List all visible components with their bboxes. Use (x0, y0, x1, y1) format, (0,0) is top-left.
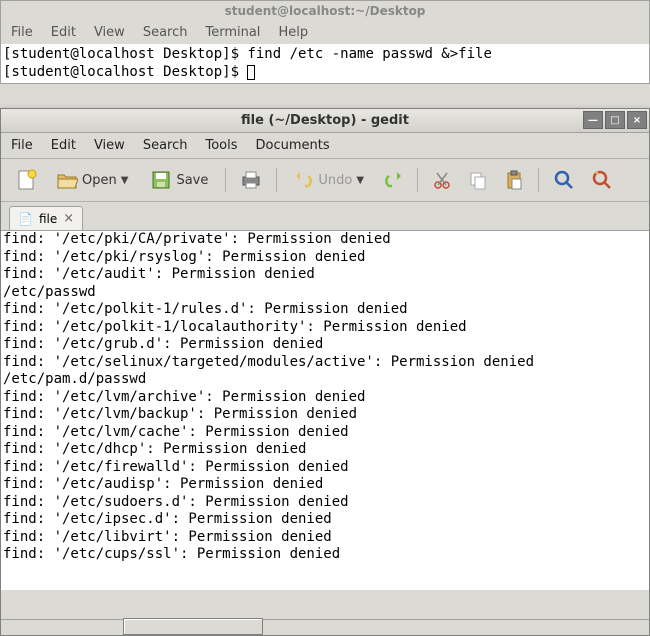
terminal-menubar: File Edit View Search Terminal Help (1, 21, 649, 44)
printer-icon (240, 169, 262, 191)
menu-search[interactable]: Search (143, 25, 188, 40)
terminal-prompt: [student@localhost Desktop]$ (3, 64, 247, 80)
redo-arrow-icon (383, 170, 403, 190)
menu-edit[interactable]: Edit (51, 25, 76, 40)
save-floppy-icon (150, 169, 172, 191)
clipboard-icon (504, 170, 524, 190)
copy-icon (468, 170, 488, 190)
menu-edit[interactable]: Edit (51, 138, 76, 153)
status-bar (1, 619, 649, 635)
tab-label: file (39, 212, 57, 226)
new-button[interactable] (9, 165, 43, 195)
find-button[interactable] (547, 165, 581, 195)
maximize-button[interactable]: □ (605, 111, 625, 129)
menu-view[interactable]: View (94, 25, 125, 40)
tab-file[interactable]: 📄 file × (9, 206, 83, 230)
menu-file[interactable]: File (11, 25, 33, 40)
menu-view[interactable]: View (94, 138, 125, 153)
chevron-down-icon: ▼ (356, 175, 364, 186)
redo-button[interactable] (377, 166, 409, 194)
menu-tools[interactable]: Tools (205, 138, 237, 153)
print-button[interactable] (234, 165, 268, 195)
menu-terminal[interactable]: Terminal (205, 25, 260, 40)
find-replace-button[interactable] (585, 165, 619, 195)
tab-close-icon[interactable]: × (63, 211, 74, 226)
minimize-button[interactable]: — (583, 111, 603, 129)
tab-bar: 📄 file × (1, 202, 649, 230)
copy-button[interactable] (462, 166, 494, 194)
menu-help[interactable]: Help (278, 25, 308, 40)
gedit-titlebar[interactable]: file (~/Desktop) - gedit — □ × (1, 109, 649, 133)
find-replace-icon (591, 169, 613, 191)
terminal-cursor (247, 65, 255, 80)
open-label: Open (82, 173, 117, 188)
save-label: Save (176, 173, 208, 188)
separator (276, 168, 277, 192)
close-button[interactable]: × (627, 111, 647, 129)
terminal-prompt: [student@localhost Desktop]$ (3, 46, 247, 62)
taskbar-item[interactable] (123, 618, 263, 635)
search-icon (553, 169, 575, 191)
new-file-icon (15, 169, 37, 191)
open-button[interactable]: Open ▼ (47, 165, 137, 195)
editor-body[interactable]: find: '/etc/pki/CA/private': Permission … (1, 230, 649, 590)
terminal-body[interactable]: [student@localhost Desktop]$ find /etc -… (1, 44, 649, 83)
window-controls: — □ × (583, 111, 647, 129)
terminal-titlebar: student@localhost:~/Desktop (1, 1, 649, 21)
toolbar: Open ▼ Save Undo ▼ (1, 159, 649, 202)
cut-button[interactable] (426, 166, 458, 194)
separator (538, 168, 539, 192)
menu-search[interactable]: Search (143, 138, 188, 153)
separator (417, 168, 418, 192)
gedit-title: file (~/Desktop) - gedit (241, 113, 409, 128)
chevron-down-icon: ▼ (121, 175, 129, 186)
terminal-title: student@localhost:~/Desktop (225, 4, 426, 18)
save-button[interactable]: Save (141, 165, 217, 195)
undo-arrow-icon (294, 170, 314, 190)
gedit-window: file (~/Desktop) - gedit — □ × File Edit… (0, 108, 650, 636)
open-folder-icon (56, 169, 78, 191)
terminal-window: student@localhost:~/Desktop File Edit Vi… (0, 0, 650, 84)
menu-documents[interactable]: Documents (256, 138, 330, 153)
separator (225, 168, 226, 192)
undo-label: Undo (318, 173, 352, 188)
gedit-menubar: File Edit View Search Tools Documents (1, 133, 649, 159)
scissors-icon (432, 170, 452, 190)
terminal-cmd: find /etc -name passwd &>file (247, 46, 491, 62)
menu-file[interactable]: File (11, 138, 33, 153)
undo-button[interactable]: Undo ▼ (285, 166, 373, 194)
paste-button[interactable] (498, 166, 530, 194)
file-icon: 📄 (18, 212, 33, 226)
